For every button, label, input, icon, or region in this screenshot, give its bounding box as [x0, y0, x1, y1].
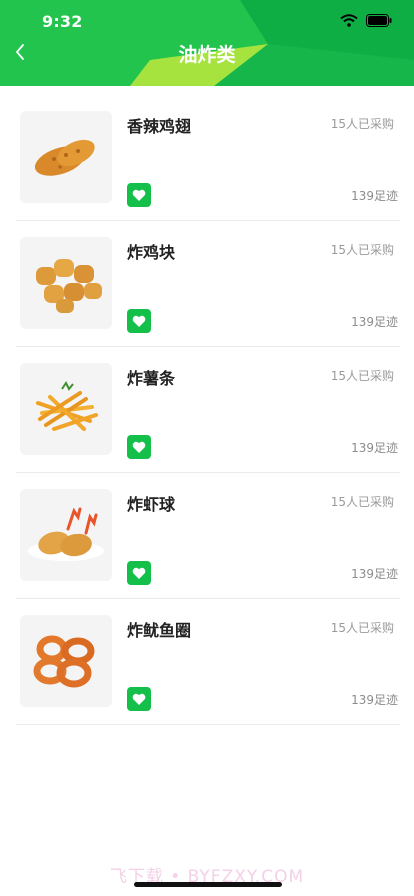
favorite-button[interactable] — [127, 435, 151, 459]
list-item[interactable]: 炸鸡块 15人已采购 139足迹 — [16, 221, 400, 347]
product-image-french-fries — [20, 363, 112, 455]
purchase-count: 15人已采购 — [330, 243, 394, 257]
footprint-count: 139足迹 — [351, 693, 398, 707]
product-image-chicken-nuggets — [20, 237, 112, 329]
status-icons — [340, 14, 392, 27]
purchase-count: 15人已采购 — [330, 117, 394, 131]
top-bar: 9:32 油炸类 — [0, 0, 414, 86]
product-image-chicken-wings — [20, 111, 112, 203]
page-title: 油炸类 — [178, 44, 236, 66]
favorite-button[interactable] — [127, 183, 151, 207]
footprint-count: 139足迹 — [351, 567, 398, 581]
favorite-button[interactable] — [127, 561, 151, 585]
product-name: 香辣鸡翅 — [127, 117, 192, 136]
list-item[interactable]: 香辣鸡翅 15人已采购 139足迹 — [16, 95, 400, 221]
favorite-button[interactable] — [127, 687, 151, 711]
status-time: 9:32 — [42, 12, 83, 31]
status-bar: 9:32 — [0, 0, 414, 44]
list-item[interactable]: 炸薯条 15人已采购 139足迹 — [16, 347, 400, 473]
favorite-button[interactable] — [127, 309, 151, 333]
heart-icon — [132, 693, 146, 705]
purchase-count: 15人已采购 — [330, 369, 394, 383]
product-image-fried-shrimp — [20, 489, 112, 581]
list-item[interactable]: 炸虾球 15人已采购 139足迹 — [16, 473, 400, 599]
heart-icon — [132, 315, 146, 327]
product-list: 香辣鸡翅 15人已采购 139足迹 炸鸡块 15人已采购 139足迹 炸薯条 1… — [16, 95, 400, 725]
battery-icon — [366, 14, 392, 27]
product-name: 炸虾球 — [127, 495, 176, 514]
home-indicator[interactable] — [134, 882, 282, 887]
product-name: 炸鱿鱼圈 — [127, 621, 192, 640]
product-image-squid-rings — [20, 615, 112, 707]
footprint-count: 139足迹 — [351, 189, 398, 203]
heart-icon — [132, 189, 146, 201]
wifi-icon — [340, 14, 358, 27]
product-name: 炸薯条 — [127, 369, 176, 388]
purchase-count: 15人已采购 — [330, 495, 394, 509]
heart-icon — [132, 441, 146, 453]
heart-icon — [132, 567, 146, 579]
purchase-count: 15人已采购 — [330, 621, 394, 635]
product-name: 炸鸡块 — [127, 243, 176, 262]
list-item[interactable]: 炸鱿鱼圈 15人已采购 139足迹 — [16, 599, 400, 725]
footprint-count: 139足迹 — [351, 441, 398, 455]
footprint-count: 139足迹 — [351, 315, 398, 329]
